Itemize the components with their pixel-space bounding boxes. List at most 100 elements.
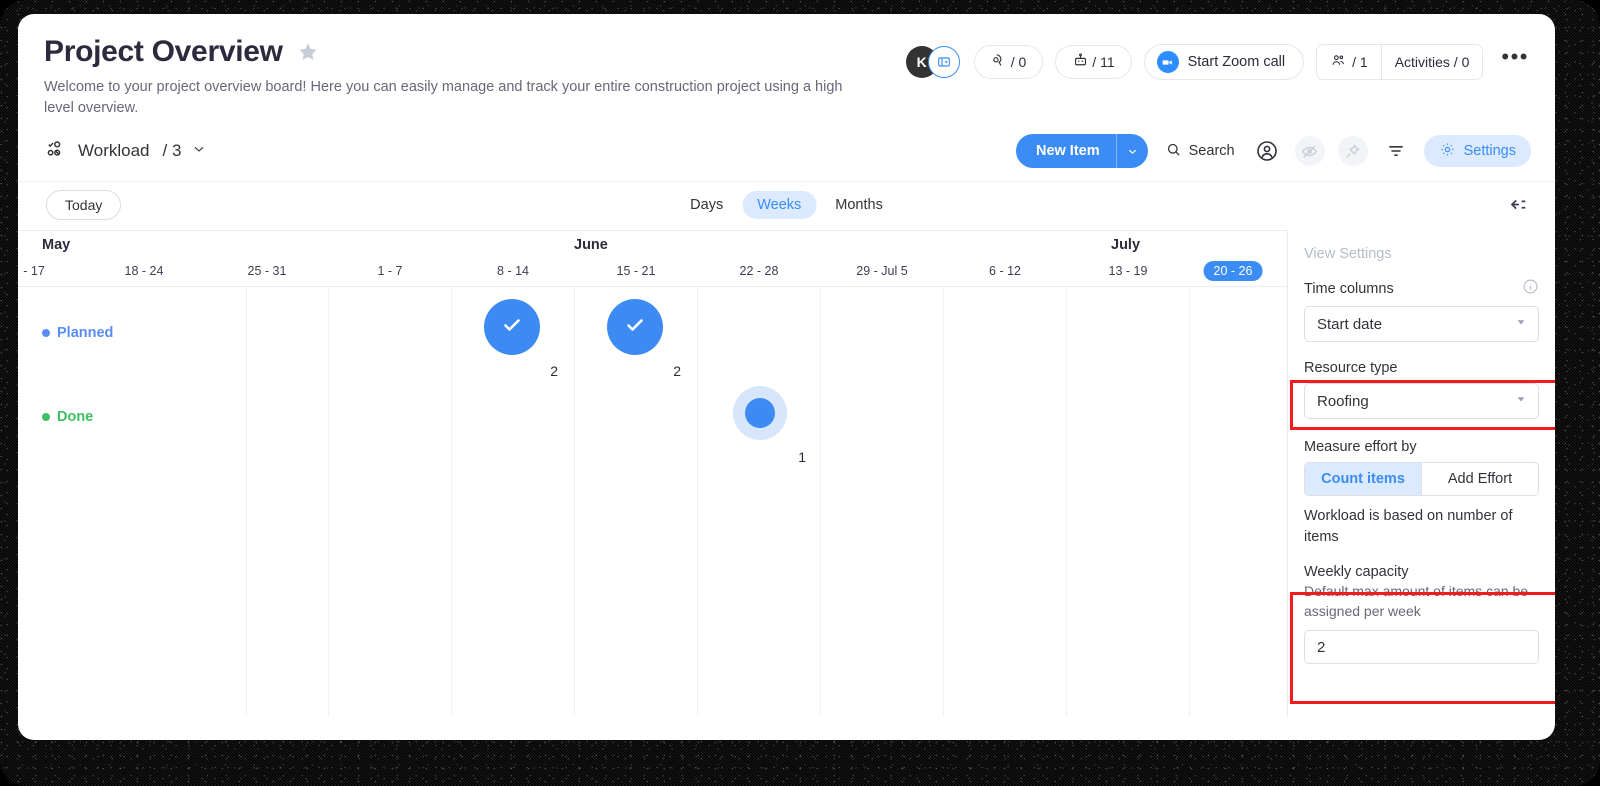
search-label: Search [1188, 143, 1235, 159]
new-item-label: New Item [1035, 143, 1100, 159]
done-status-dot [42, 413, 50, 421]
settings-label: Settings [1463, 143, 1516, 159]
week-label[interactable]: - 17 [23, 264, 45, 278]
week-label[interactable]: 6 - 12 [989, 264, 1021, 278]
gridline [451, 287, 452, 716]
weekly-capacity-label: Weekly capacity [1304, 564, 1409, 581]
week-label[interactable]: 22 - 28 [740, 264, 779, 278]
automations-button[interactable]: / 11 [1055, 45, 1132, 79]
view-settings-panel: View Settings Time columns Start date Re… [1287, 230, 1555, 716]
bubble-core [607, 299, 663, 355]
avatar-group: K [905, 46, 962, 78]
measure-option-count-items[interactable]: Count items [1305, 463, 1421, 495]
view-switcher[interactable]: Workload / 3 [46, 138, 207, 165]
month-label: July [1111, 237, 1141, 253]
check-icon [500, 313, 524, 342]
workload-view-icon [46, 138, 68, 165]
new-item-button[interactable]: New Item [1015, 134, 1148, 168]
row-label-planned: Planned [42, 325, 113, 341]
activities-label: Activities / 0 [1394, 54, 1470, 70]
workload-bubble[interactable]: 2 [484, 299, 558, 379]
automation-robot-icon [1072, 52, 1089, 72]
star-icon[interactable] [297, 41, 319, 63]
week-label[interactable]: 25 - 31 [248, 264, 287, 278]
bubble-count: 2 [550, 363, 558, 379]
resource-type-value: Roofing [1317, 392, 1369, 410]
start-zoom-call-button[interactable]: Start Zoom call [1143, 44, 1305, 80]
view-settings-title: View Settings [1304, 246, 1392, 262]
gridline [697, 287, 698, 716]
timeline-controls: Today Days Weeks Months [18, 181, 1555, 230]
board-view-icon[interactable] [927, 46, 960, 78]
pin-icon[interactable] [1337, 136, 1368, 166]
workload-bubble[interactable]: 2 [607, 299, 681, 379]
week-header: - 17 18 - 24 25 - 31 1 - 7 8 - 14 15 - 2… [18, 260, 1287, 286]
workload-bubble[interactable]: 1 [732, 385, 806, 465]
resource-type-label: Resource type [1304, 360, 1539, 376]
screenshot-frame: Project Overview Welcome to your project… [0, 0, 1600, 786]
more-options-button[interactable]: ••• [1495, 45, 1531, 72]
week-label-current[interactable]: 20 - 26 [1203, 261, 1263, 281]
measure-effort-label: Measure effort by [1304, 439, 1539, 455]
row-label-text: Planned [57, 325, 114, 341]
chart-grid: Planned Done 2 2 1 [18, 286, 1287, 716]
measure-option-add-effort[interactable]: Add Effort [1421, 463, 1538, 495]
view-count: / 3 [162, 141, 182, 160]
start-zoom-call-label: Start Zoom call [1187, 54, 1286, 70]
gridline [574, 287, 575, 716]
week-label[interactable]: 18 - 24 [125, 264, 164, 278]
measure-effort-description: Workload is based on number of items [1304, 508, 1513, 546]
measure-effort-toggle: Count items Add Effort [1304, 462, 1539, 496]
week-label[interactable]: 15 - 21 [617, 264, 656, 278]
resource-type-label-text: Resource type [1304, 360, 1398, 376]
bubble-count: 2 [673, 363, 681, 379]
chevron-down-icon [191, 141, 207, 162]
time-columns-select[interactable]: Start date [1304, 306, 1539, 342]
gridline [246, 287, 247, 716]
filter-icon[interactable] [1381, 136, 1411, 166]
eye-slash-icon[interactable] [1294, 136, 1325, 166]
search-button[interactable]: Search [1161, 136, 1239, 167]
person-filter-icon[interactable] [1252, 136, 1282, 166]
week-label[interactable]: 8 - 14 [497, 264, 529, 278]
tab-weeks[interactable]: Weeks [742, 191, 817, 219]
bubble-count: 1 [798, 449, 806, 465]
toolbar-actions: New Item Search Settings [1015, 134, 1531, 168]
bubble-core [745, 398, 775, 428]
check-icon [623, 313, 647, 342]
new-item-chevron-down-icon[interactable] [1115, 134, 1148, 168]
gridline [943, 287, 944, 716]
chevron-down-icon [1514, 392, 1528, 410]
gridline [820, 287, 821, 716]
activities-button[interactable]: Activities / 0 [1380, 45, 1483, 79]
tab-days[interactable]: Days [675, 191, 738, 219]
week-label[interactable]: 29 - Jul 5 [856, 264, 907, 278]
month-header: May June July [18, 230, 1287, 260]
view-label: Workload [78, 141, 150, 160]
bubble-core [484, 299, 540, 355]
search-icon [1165, 141, 1182, 162]
today-button[interactable]: Today [46, 190, 122, 220]
time-columns-label: Time columns [1304, 278, 1539, 299]
weekly-capacity-section: Weekly capacity Default max amount of it… [1304, 564, 1539, 665]
tab-months[interactable]: Months [820, 191, 898, 219]
info-icon[interactable] [1522, 278, 1539, 299]
row-label-done: Done [42, 409, 93, 425]
week-label[interactable]: 1 - 7 [377, 264, 402, 278]
settings-button[interactable]: Settings [1423, 135, 1531, 167]
updates-count: / 0 [1010, 54, 1027, 70]
weekly-capacity-input[interactable]: 2 [1304, 630, 1539, 665]
time-columns-label-text: Time columns [1304, 280, 1394, 297]
invite-members-button[interactable]: / 1 [1317, 45, 1381, 79]
updates-button[interactable]: / 0 [973, 45, 1044, 79]
resource-type-select[interactable]: Roofing [1304, 383, 1539, 419]
collapse-panel-icon[interactable] [1507, 194, 1529, 216]
week-label[interactable]: 13 - 19 [1109, 264, 1148, 278]
row-label-text: Done [57, 409, 94, 425]
weekly-capacity-description: Default max amount of items can be assig… [1304, 583, 1529, 619]
people-icon [1330, 52, 1347, 72]
updates-icon [991, 52, 1008, 72]
workload-chart: May June July - 17 18 - 24 25 - 31 1 - 7… [18, 230, 1287, 716]
invite-activities-group: / 1 Activities / 0 [1316, 44, 1484, 80]
board-description: Welcome to your project overview board! … [44, 78, 843, 117]
